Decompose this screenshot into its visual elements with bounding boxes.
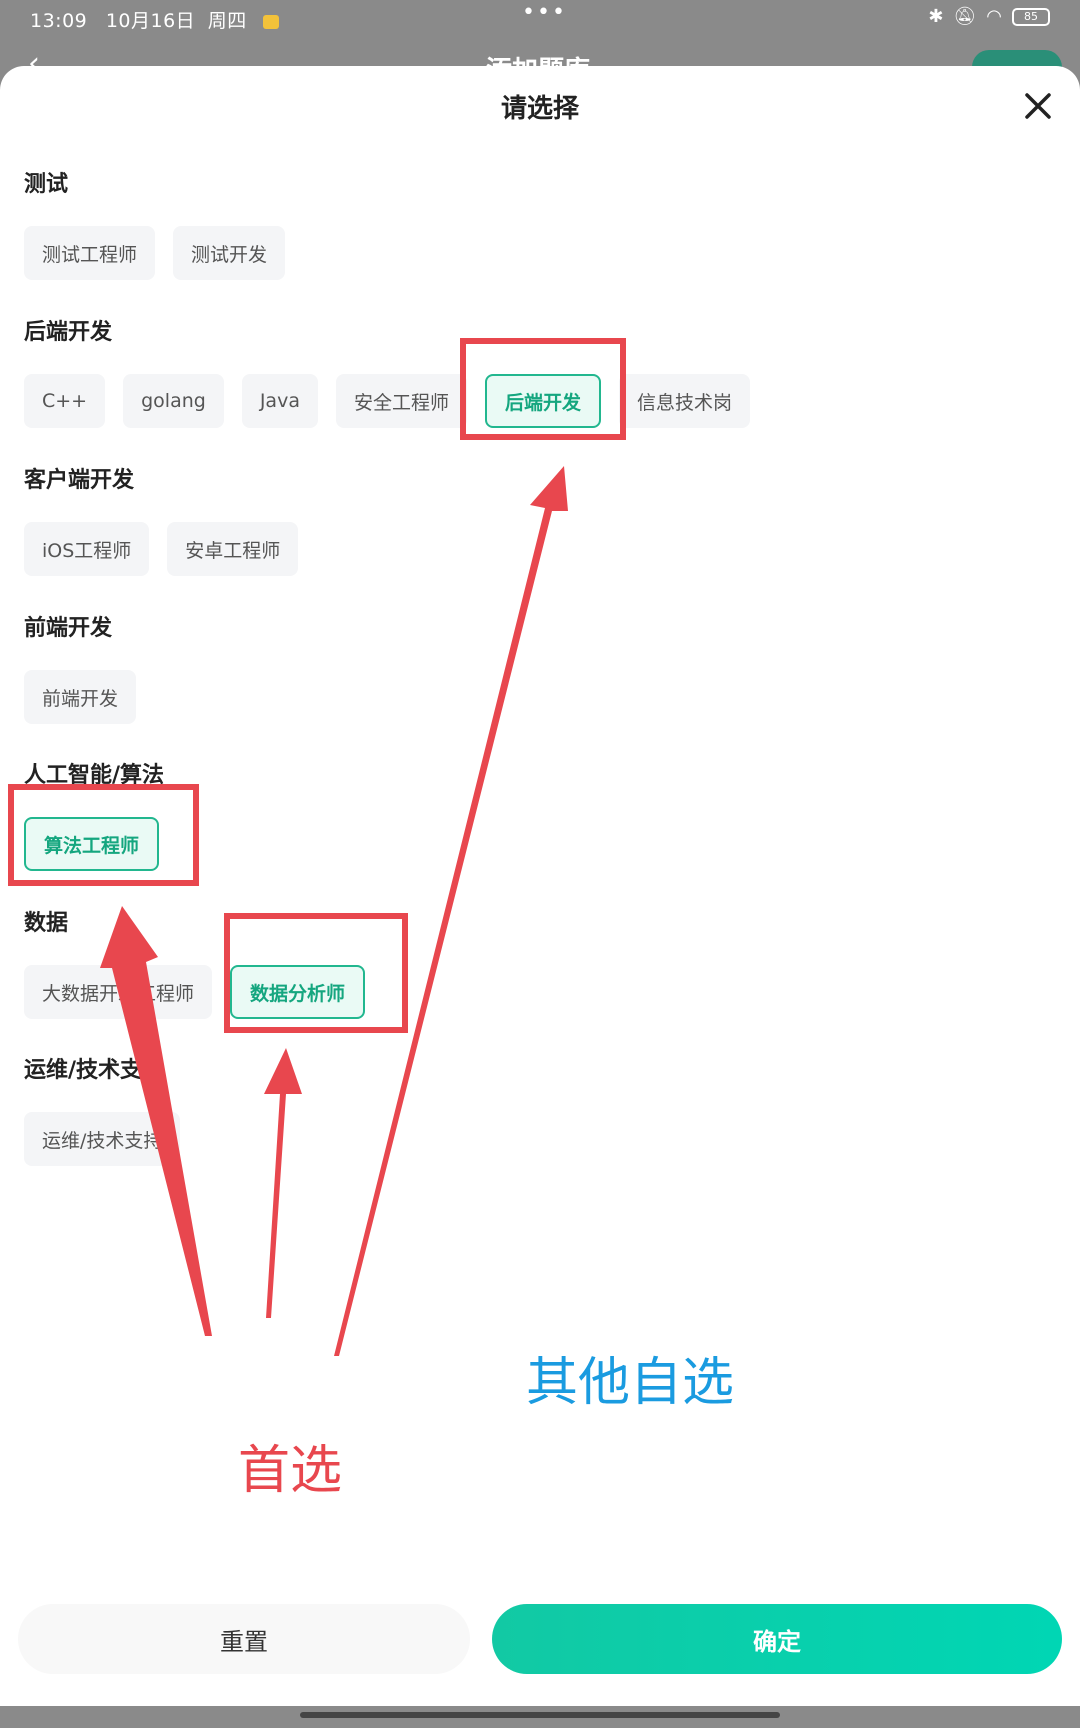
primary-choice-label: 首选 <box>238 1441 343 1501</box>
other-choice-label: 其他自选 <box>526 1353 735 1413</box>
arrow-to-data-analyst <box>264 1048 302 1318</box>
arrow-to-backend <box>334 466 568 1356</box>
annotation-overlay <box>8 338 626 1356</box>
highlight-box-algorithm <box>8 784 199 886</box>
arrow-to-algorithm <box>100 906 212 1336</box>
highlight-box-backend <box>460 338 626 440</box>
highlight-box-data-analyst <box>224 913 408 1033</box>
